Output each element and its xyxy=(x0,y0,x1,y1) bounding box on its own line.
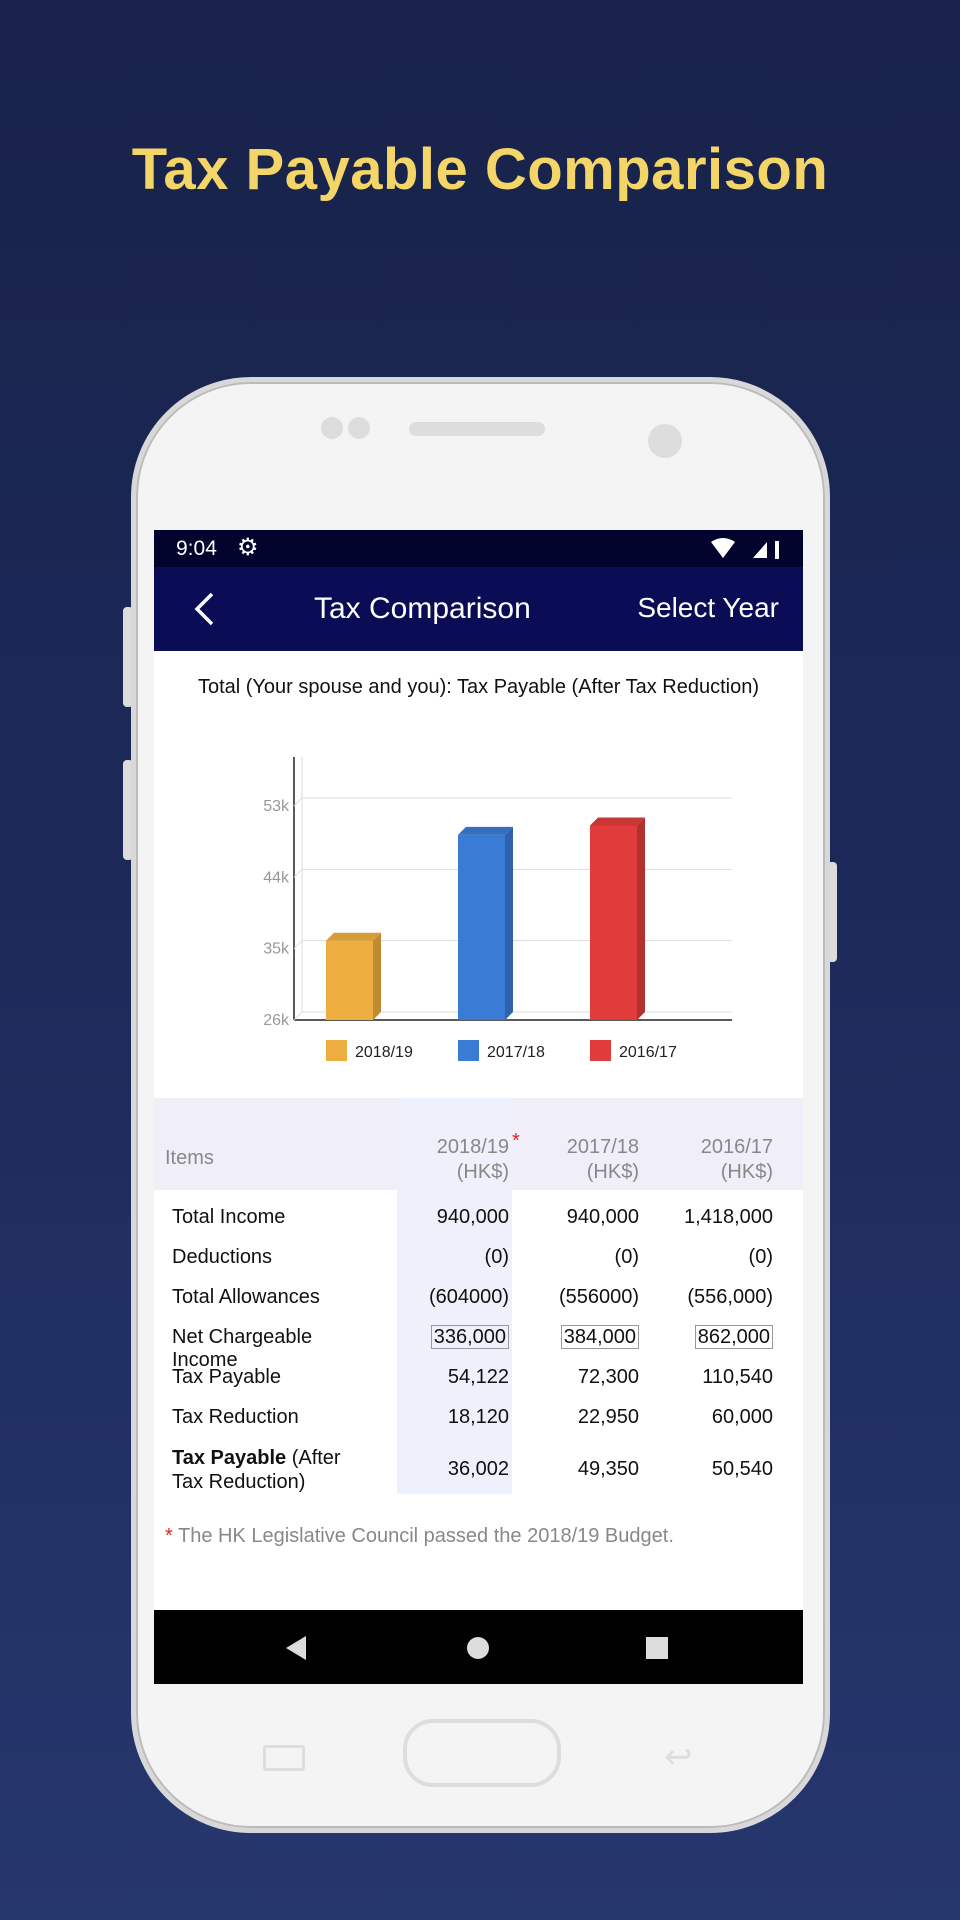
footnote-text: The HK Legislative Council passed the 20… xyxy=(172,1525,674,1547)
y-tick-label: 26k xyxy=(263,1012,290,1029)
bar-chart: 26k 35k 44k 53k 2018/19 2017/18 2016/17 xyxy=(263,757,732,1061)
recent-apps-hw-icon[interactable] xyxy=(263,1745,305,1771)
app-screen: 9:04 ⚙ Tax Comparison Select Year Total … xyxy=(154,530,803,1684)
bar-side xyxy=(373,932,381,1020)
value-cell: 384,000 xyxy=(529,1325,639,1349)
gridline-diagonal xyxy=(293,868,303,878)
y-tick-label: 44k xyxy=(263,869,290,886)
value-cell: (0) xyxy=(748,1246,773,1268)
value-cell: 22,950 xyxy=(577,1406,639,1428)
back-hw-icon[interactable]: ↩ xyxy=(664,1737,693,1777)
row-label: Total Income xyxy=(172,1206,286,1228)
gridline-diagonal xyxy=(293,797,303,807)
y-tick-label: 35k xyxy=(263,941,290,958)
page-title: Tax Comparison xyxy=(314,592,531,625)
boxed-value: 336,000 xyxy=(430,1325,509,1349)
row-label-bold: Tax Payable xyxy=(172,1447,287,1469)
boxed-value: 384,000 xyxy=(560,1325,639,1349)
value-cell: (0) xyxy=(614,1246,639,1268)
nav-recents-icon[interactable] xyxy=(646,1637,668,1659)
column-header: 2017/18 (HK$) xyxy=(509,1135,639,1185)
column-unit: (HK$) xyxy=(586,1161,639,1183)
bar-2018/19 xyxy=(326,940,373,1020)
chart-title: Total (Your spouse and you): Tax Payable… xyxy=(197,676,760,698)
legend-swatch xyxy=(590,1040,611,1061)
signal-icon xyxy=(753,542,767,558)
value-cell: (0) xyxy=(484,1246,509,1268)
value-cell: 60,000 xyxy=(711,1406,773,1428)
bar-side xyxy=(637,817,645,1020)
column-header: 2018/19 (HK$) xyxy=(379,1135,509,1185)
value-cell: 36,002 xyxy=(447,1458,509,1480)
row-label: Total Allowances xyxy=(172,1286,320,1308)
status-time: 9:04 xyxy=(176,537,217,560)
select-year-button[interactable]: Select Year xyxy=(637,592,779,624)
column-unit: (HK$) xyxy=(456,1161,509,1183)
value-cell: 862,000 xyxy=(663,1325,773,1349)
promo-title: Tax Payable Comparison xyxy=(131,137,829,202)
legend-label: 2017/18 xyxy=(487,1044,545,1061)
gridline-diagonal xyxy=(293,1011,303,1021)
column-unit: (HK$) xyxy=(720,1161,773,1183)
nav-home-icon[interactable] xyxy=(467,1637,489,1659)
bar-side xyxy=(505,826,513,1020)
home-hw-button[interactable] xyxy=(403,1719,561,1787)
value-cell: 1,418,000 xyxy=(684,1206,773,1228)
row-label: Deductions xyxy=(172,1246,273,1268)
sensor-icon xyxy=(348,417,370,439)
bar-2016/17 xyxy=(590,825,637,1020)
value-cell: (556000) xyxy=(558,1286,639,1308)
column-header: 2016/17 (HK$) xyxy=(643,1135,773,1185)
value-cell: 110,540 xyxy=(702,1366,773,1388)
value-cell: 940,000 xyxy=(436,1206,509,1228)
status-icons xyxy=(711,538,779,559)
boxed-value: 862,000 xyxy=(694,1325,773,1349)
legend-swatch xyxy=(326,1040,347,1061)
column-year: 2017/18 xyxy=(566,1136,639,1158)
items-header: Items xyxy=(165,1147,214,1169)
value-cell: 72,300 xyxy=(577,1366,639,1388)
row-label: Tax Payable xyxy=(172,1366,281,1388)
y-tick-label: 53k xyxy=(263,798,290,815)
status-bar: 9:04 ⚙ xyxy=(154,530,803,567)
app-bar: Tax Comparison Select Year xyxy=(154,567,803,651)
value-cell: 49,350 xyxy=(577,1458,639,1480)
legend-label: 2016/17 xyxy=(619,1044,677,1061)
value-cell: (556,000) xyxy=(687,1286,773,1308)
legend-swatch xyxy=(458,1040,479,1061)
value-cell: 940,000 xyxy=(566,1206,639,1228)
row-label: Tax Payable (After Tax Reduction) xyxy=(172,1446,342,1494)
value-cell: (604000) xyxy=(428,1286,509,1308)
value-cell: 50,540 xyxy=(711,1458,773,1480)
camera-icon xyxy=(648,424,682,458)
legend-label: 2018/19 xyxy=(355,1044,413,1061)
value-cell: 18,120 xyxy=(447,1406,509,1428)
gear-icon: ⚙ xyxy=(237,534,259,561)
value-cell: 54,122 xyxy=(447,1366,509,1388)
chevron-left-icon[interactable] xyxy=(192,591,216,627)
bar-top xyxy=(458,826,513,835)
column-year: 2016/17 xyxy=(700,1136,773,1158)
battery-charging-icon xyxy=(775,541,779,559)
nav-back-icon[interactable] xyxy=(284,1635,308,1661)
sensor-icon xyxy=(321,417,343,439)
navigation-bar xyxy=(154,1610,803,1684)
value-cell: 336,000 xyxy=(399,1325,509,1349)
wifi-icon xyxy=(711,538,735,558)
footnote: * The HK Legislative Council passed the … xyxy=(165,1525,674,1548)
gridline-diagonal xyxy=(293,940,303,950)
speaker-grille xyxy=(409,422,545,436)
column-year: 2018/19 xyxy=(436,1136,509,1158)
bar-top xyxy=(326,932,381,941)
bar-top xyxy=(590,817,645,826)
bar-2017/18 xyxy=(458,834,505,1020)
row-label: Tax Reduction xyxy=(172,1406,299,1428)
asterisk-mark: * xyxy=(165,1525,173,1547)
